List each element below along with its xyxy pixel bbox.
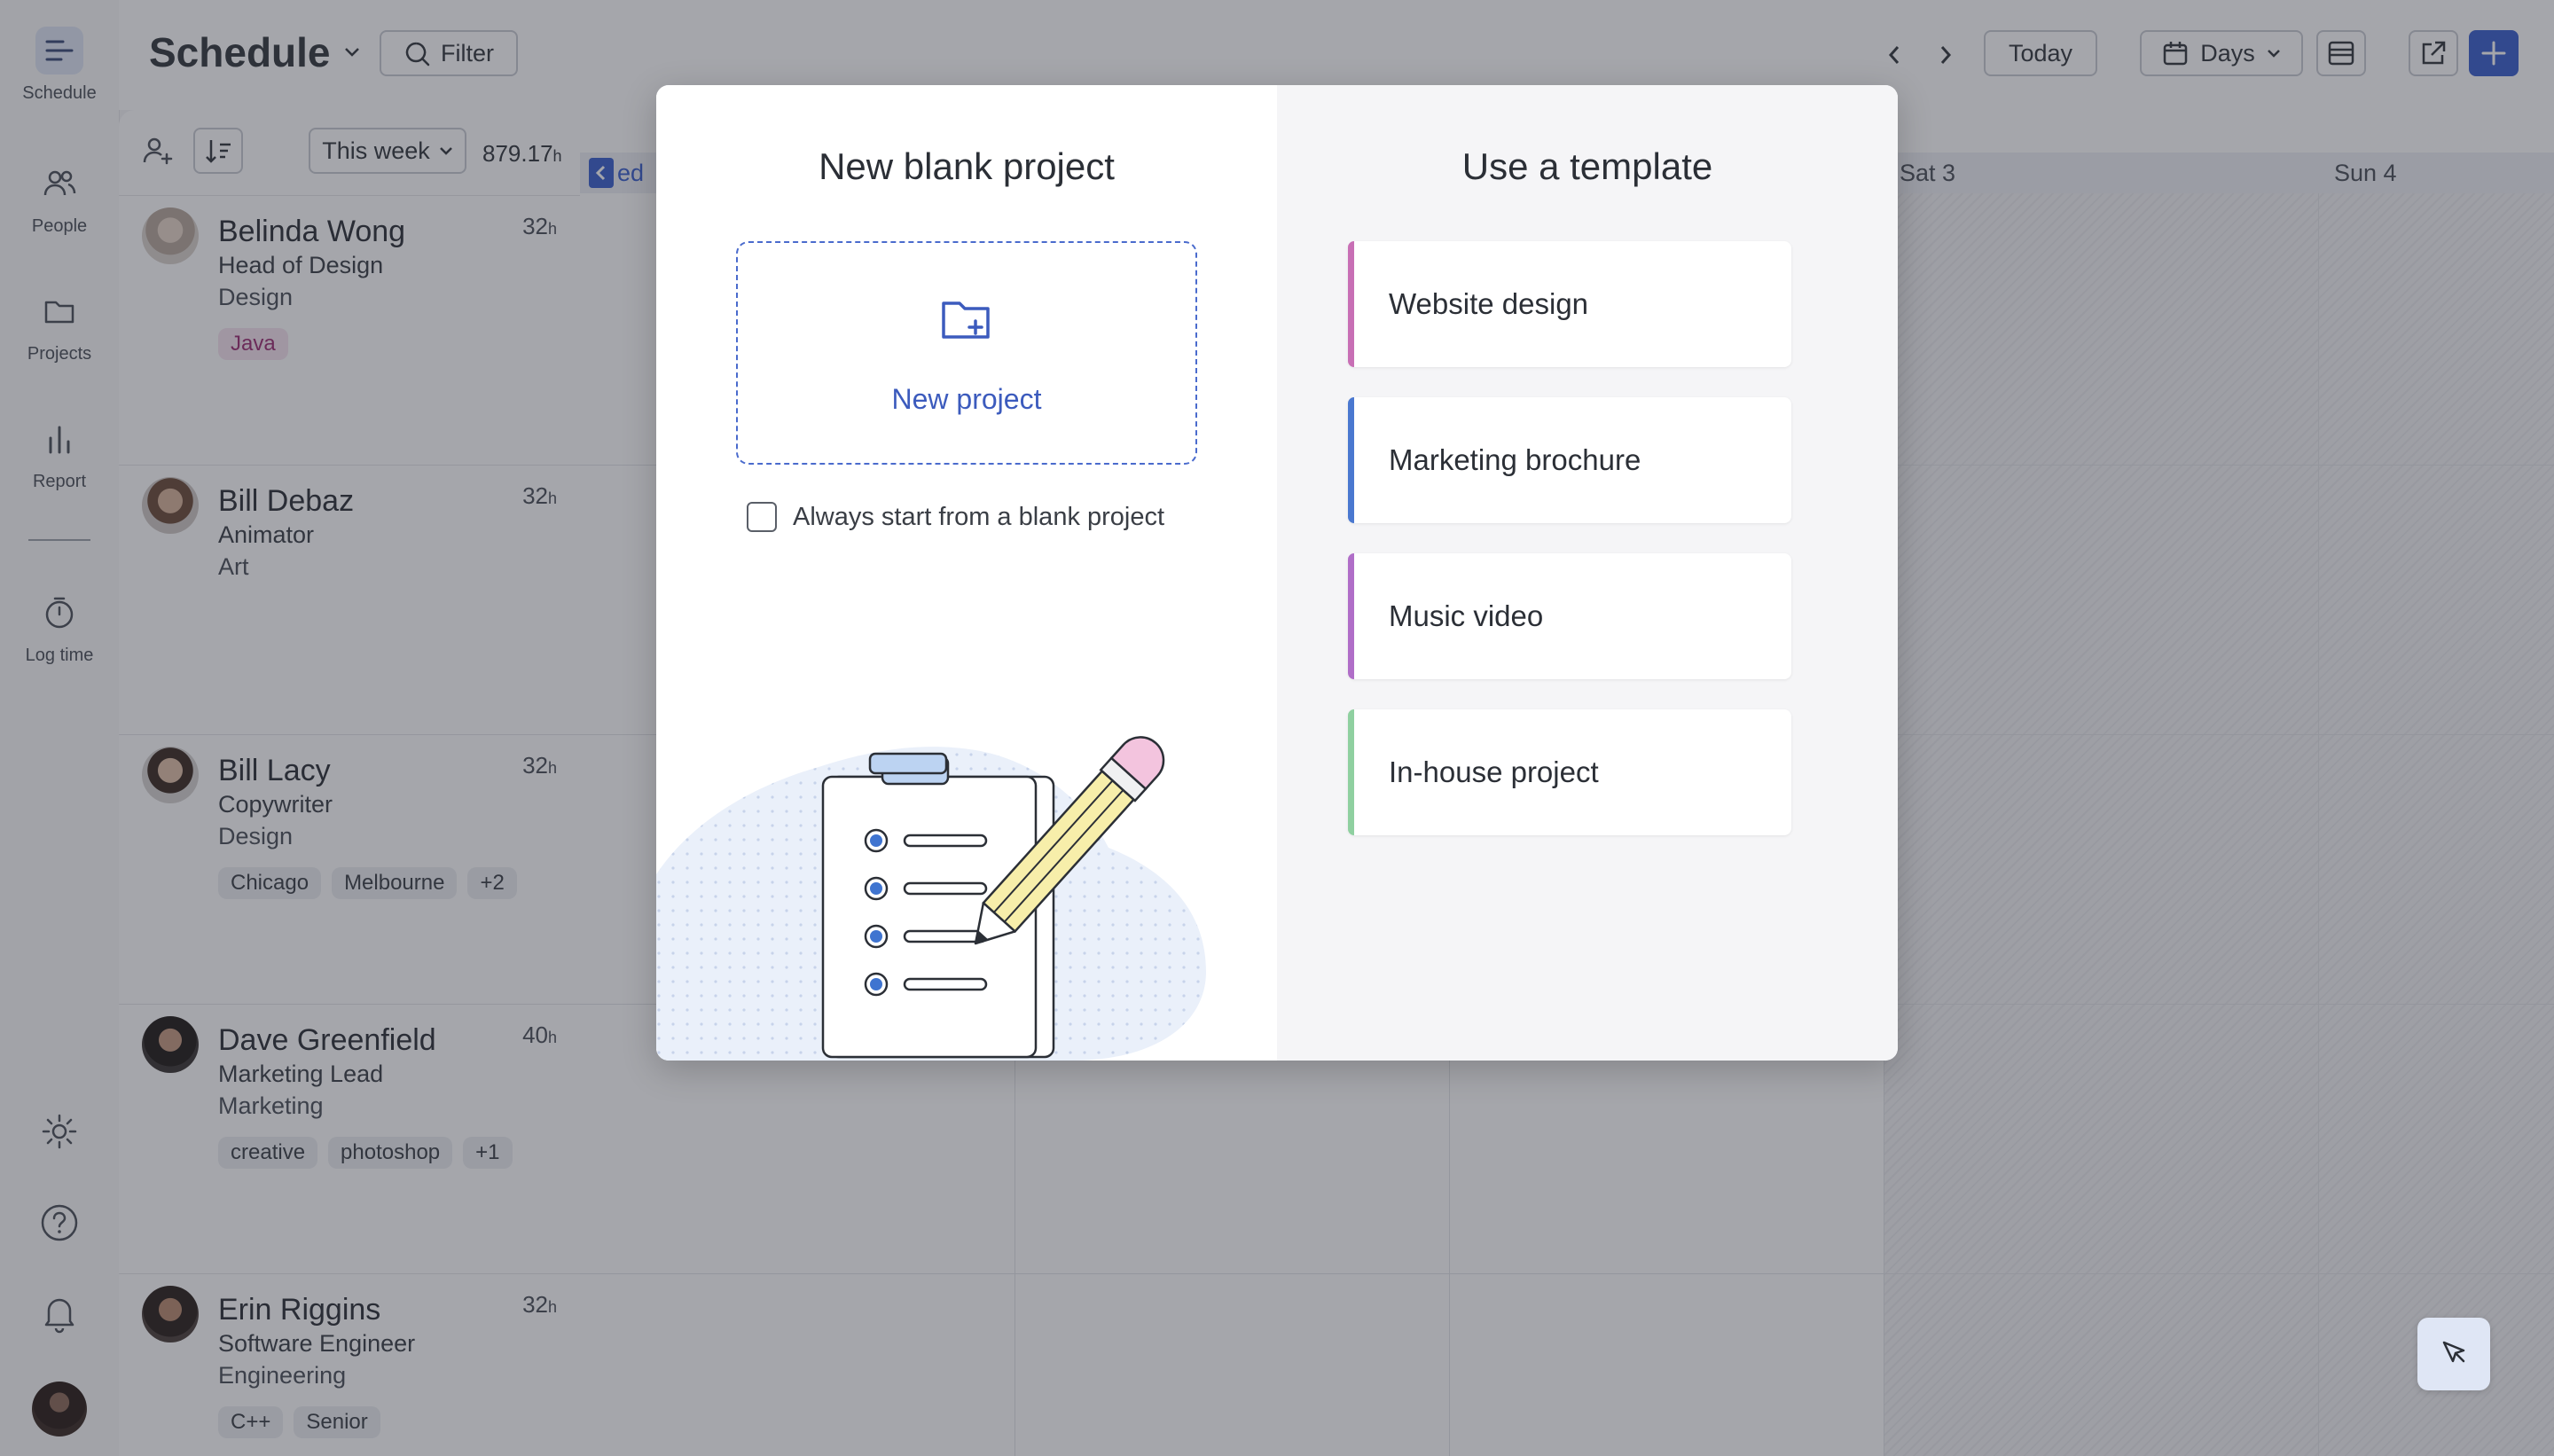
template-label: Marketing brochure xyxy=(1389,443,1641,476)
template-color-bar xyxy=(1348,553,1354,679)
template-label: In-house project xyxy=(1389,755,1599,788)
new-project-label: New project xyxy=(891,383,1042,415)
template-website-design[interactable]: Website design xyxy=(1348,241,1791,367)
new-project-button[interactable]: New project xyxy=(736,241,1197,465)
always-blank-option[interactable]: Always start from a blank project xyxy=(747,502,1164,532)
template-color-bar xyxy=(1348,397,1354,523)
folder-plus-icon xyxy=(942,301,990,339)
template-color-bar xyxy=(1348,709,1354,835)
template-pane: Use a template Website design Marketing … xyxy=(1277,85,1898,1061)
new-project-modal: New blank project New project Always sta… xyxy=(656,85,1898,1061)
template-in-house-project[interactable]: In-house project xyxy=(1348,709,1791,835)
blank-project-title: New blank project xyxy=(819,145,1115,187)
always-blank-checkbox[interactable] xyxy=(747,502,777,532)
template-music-video[interactable]: Music video xyxy=(1348,553,1791,679)
pointer-tool-button[interactable] xyxy=(2417,1318,2490,1390)
template-title: Use a template xyxy=(1461,145,1713,187)
blank-project-pane: New blank project New project Always sta… xyxy=(656,85,1277,1061)
template-label: Music video xyxy=(1389,599,1544,632)
template-marketing-brochure[interactable]: Marketing brochure xyxy=(1348,397,1791,523)
always-blank-label: Always start from a blank project xyxy=(793,502,1165,531)
app-root: Schedule People Projects Report Log time… xyxy=(0,0,2554,1456)
cursor-icon xyxy=(2442,1341,2465,1363)
template-label: Website design xyxy=(1389,287,1589,320)
clipboard-pencil-illustration xyxy=(656,736,1206,1061)
template-color-bar xyxy=(1348,241,1354,367)
